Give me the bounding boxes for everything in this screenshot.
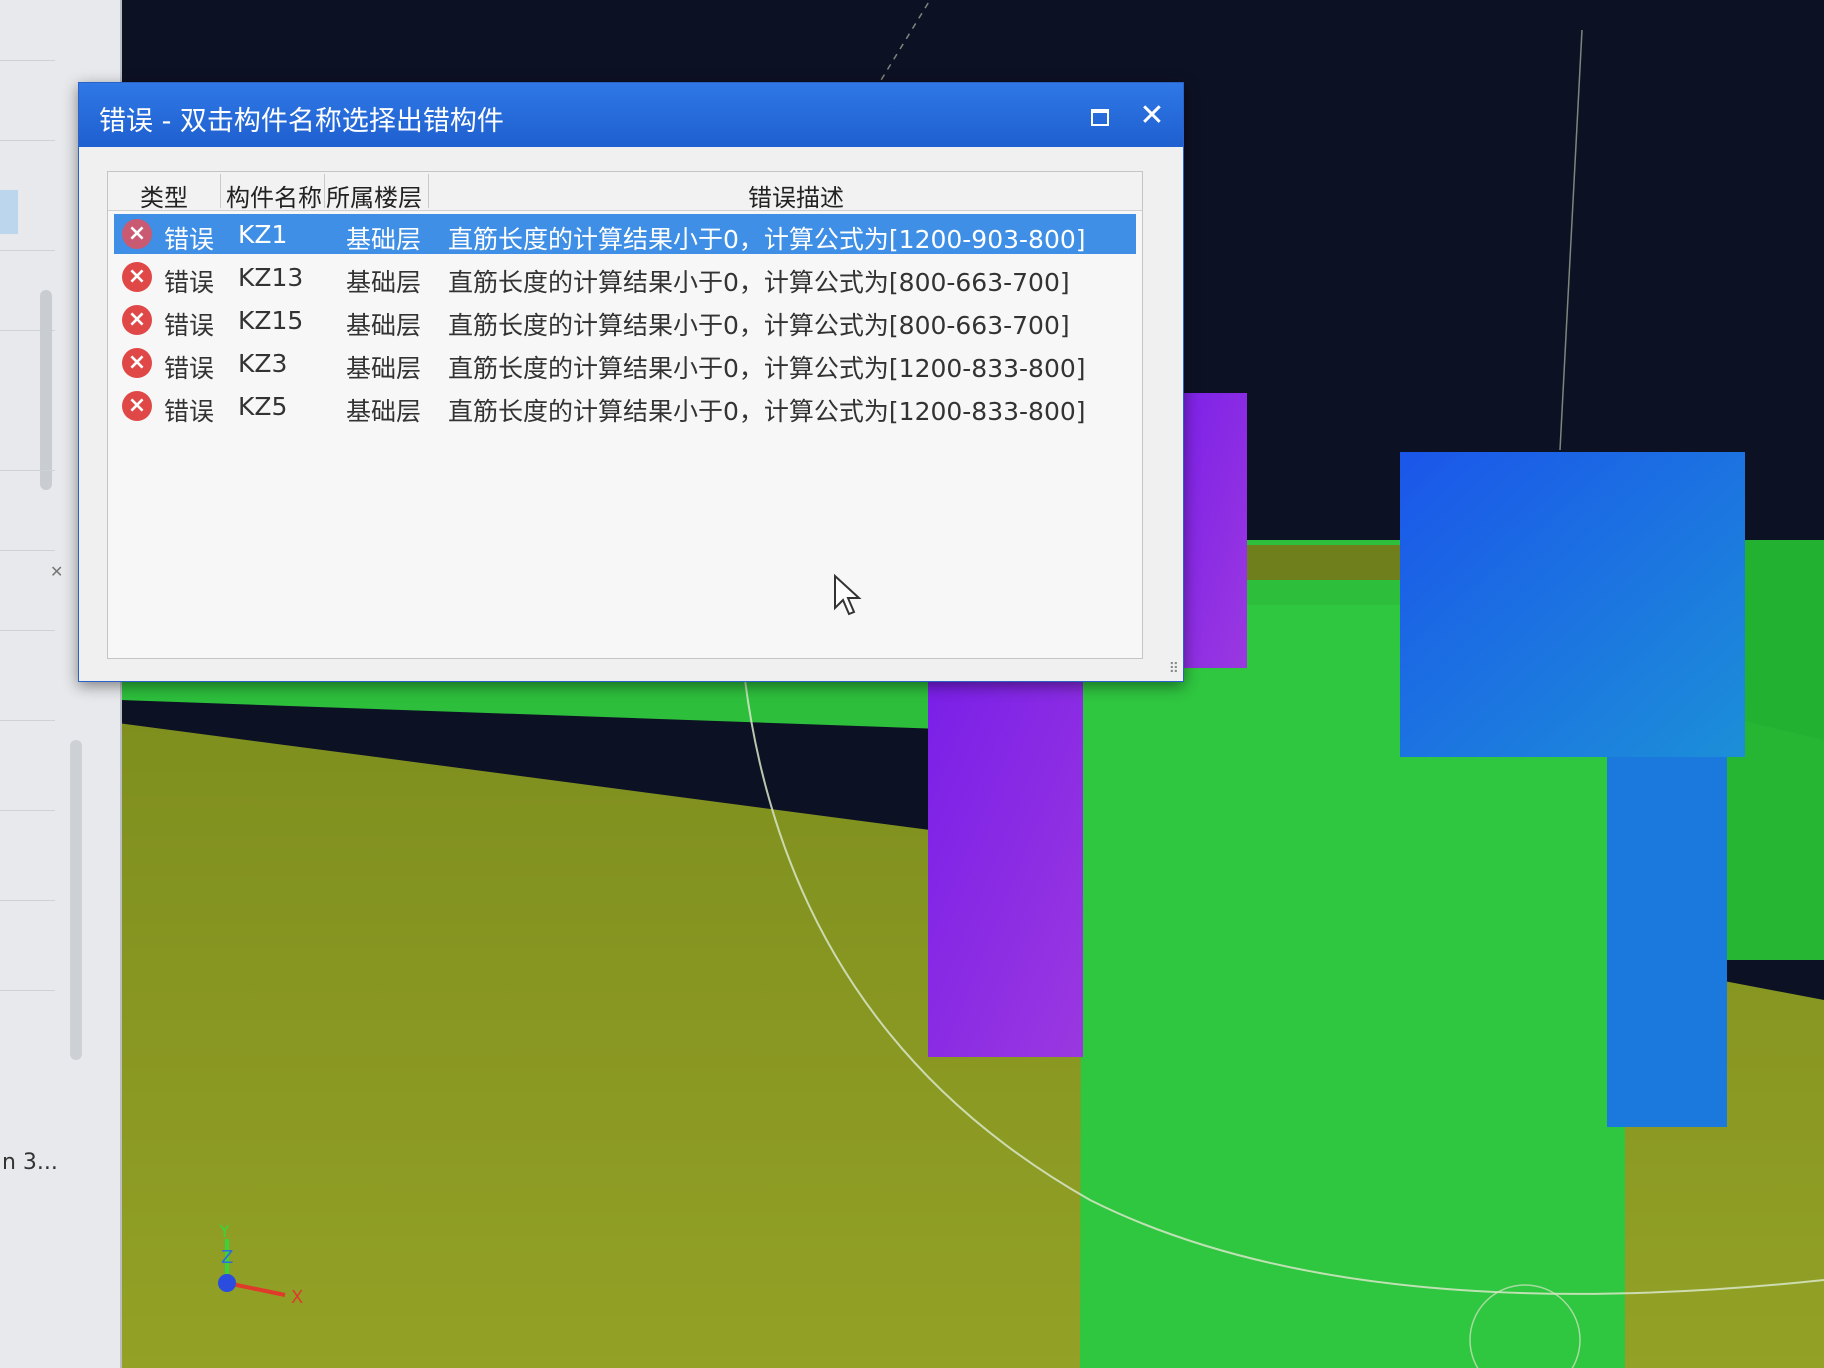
- panel-truncated-label: n 3...: [2, 1150, 58, 1175]
- dialog-title: 错误 - 双击构件名称选择出错构件: [99, 106, 504, 137]
- blue-column-cap: [1400, 452, 1745, 757]
- row-type: 错误: [164, 268, 215, 297]
- error-dialog: 错误 - 双击构件名称选择出错构件 ✕ 类型 构件名称 所属楼层 错误描述 × …: [78, 82, 1184, 682]
- row-type: 错误: [164, 397, 215, 426]
- error-icon: ×: [122, 219, 152, 249]
- axis-label-x: X: [291, 1287, 303, 1308]
- close-button[interactable]: ✕: [1127, 93, 1177, 139]
- column-header-name[interactable]: 构件名称: [226, 178, 322, 213]
- table-row[interactable]: × 错误 KZ13 基础层 直筋长度的计算结果小于0，计算公式为[800-663…: [114, 257, 1136, 297]
- table-row[interactable]: × 错误 KZ1 基础层 直筋长度的计算结果小于0，计算公式为[1200-903…: [114, 214, 1136, 254]
- table-row[interactable]: × 错误 KZ5 基础层 直筋长度的计算结果小于0，计算公式为[1200-833…: [114, 386, 1136, 426]
- maximize-button[interactable]: [1074, 93, 1122, 139]
- list-header: 类型 构件名称 所属楼层 错误描述: [108, 172, 1142, 213]
- purple-column-lower: [928, 680, 1083, 1057]
- row-type: 错误: [164, 311, 215, 340]
- error-icon: ×: [122, 262, 152, 292]
- row-desc: 直筋长度的计算结果小于0，计算公式为[1200-833-800]: [448, 354, 1086, 383]
- column-separator[interactable]: [324, 174, 325, 208]
- row-type: 错误: [164, 225, 215, 254]
- row-floor: 基础层: [346, 268, 422, 297]
- panel-divider: [0, 630, 55, 631]
- panel-divider: [0, 470, 55, 471]
- row-name: KZ1: [238, 220, 288, 249]
- mouse-cursor-icon: [834, 574, 862, 616]
- row-name: KZ13: [238, 263, 304, 292]
- row-name: KZ3: [238, 349, 288, 378]
- resize-grip-icon[interactable]: ⠿: [1169, 661, 1179, 677]
- error-icon: ×: [122, 305, 152, 335]
- row-name: KZ15: [238, 306, 304, 335]
- row-desc: 直筋长度的计算结果小于0，计算公式为[1200-833-800]: [448, 397, 1086, 426]
- row-floor: 基础层: [346, 225, 422, 254]
- row-type: 错误: [164, 354, 215, 383]
- error-icon: ×: [122, 391, 152, 421]
- error-list[interactable]: 类型 构件名称 所属楼层 错误描述 × 错误 KZ1 基础层 直筋长度的计算结果…: [107, 171, 1143, 659]
- blue-column-shaft: [1607, 757, 1727, 1127]
- column-separator[interactable]: [220, 174, 221, 208]
- column-header-type[interactable]: 类型: [140, 178, 188, 213]
- dialog-titlebar[interactable]: 错误 - 双击构件名称选择出错构件 ✕: [79, 83, 1183, 147]
- axis-gizmo-icon: Y Z X: [218, 1225, 303, 1308]
- column-header-floor[interactable]: 所属楼层: [326, 178, 422, 213]
- panel-divider: [0, 250, 55, 251]
- column-separator[interactable]: [428, 174, 429, 208]
- close-icon: ✕: [1139, 98, 1165, 133]
- row-floor: 基础层: [346, 397, 422, 426]
- row-floor: 基础层: [346, 354, 422, 383]
- table-row[interactable]: × 错误 KZ3 基础层 直筋长度的计算结果小于0，计算公式为[1200-833…: [114, 343, 1136, 383]
- axis-label-z: Z: [221, 1247, 233, 1268]
- panel-scrollbar[interactable]: [40, 290, 52, 490]
- error-icon: ×: [122, 348, 152, 378]
- maximize-icon: [1091, 109, 1109, 126]
- row-desc: 直筋长度的计算结果小于0，计算公式为[800-663-700]: [448, 311, 1070, 340]
- panel-divider: [0, 720, 55, 721]
- row-name: KZ5: [238, 392, 288, 421]
- panel-scrollbar-lower[interactable]: [70, 740, 82, 1060]
- column-header-desc[interactable]: 错误描述: [748, 178, 844, 213]
- row-floor: 基础层: [346, 311, 422, 340]
- panel-close-icon[interactable]: ✕: [50, 562, 63, 581]
- panel-selected-item[interactable]: [0, 190, 18, 234]
- green-right-face: [1740, 540, 1824, 740]
- panel-divider: [0, 140, 55, 141]
- panel-divider: [0, 550, 55, 551]
- panel-divider: [0, 990, 55, 991]
- axis-label-y: Y: [218, 1225, 231, 1242]
- panel-divider: [0, 900, 55, 901]
- panel-divider: [0, 810, 55, 811]
- row-desc: 直筋长度的计算结果小于0，计算公式为[1200-903-800]: [448, 225, 1086, 254]
- panel-divider: [0, 60, 55, 61]
- row-desc: 直筋长度的计算结果小于0，计算公式为[800-663-700]: [448, 268, 1070, 297]
- table-row[interactable]: × 错误 KZ15 基础层 直筋长度的计算结果小于0，计算公式为[800-663…: [114, 300, 1136, 340]
